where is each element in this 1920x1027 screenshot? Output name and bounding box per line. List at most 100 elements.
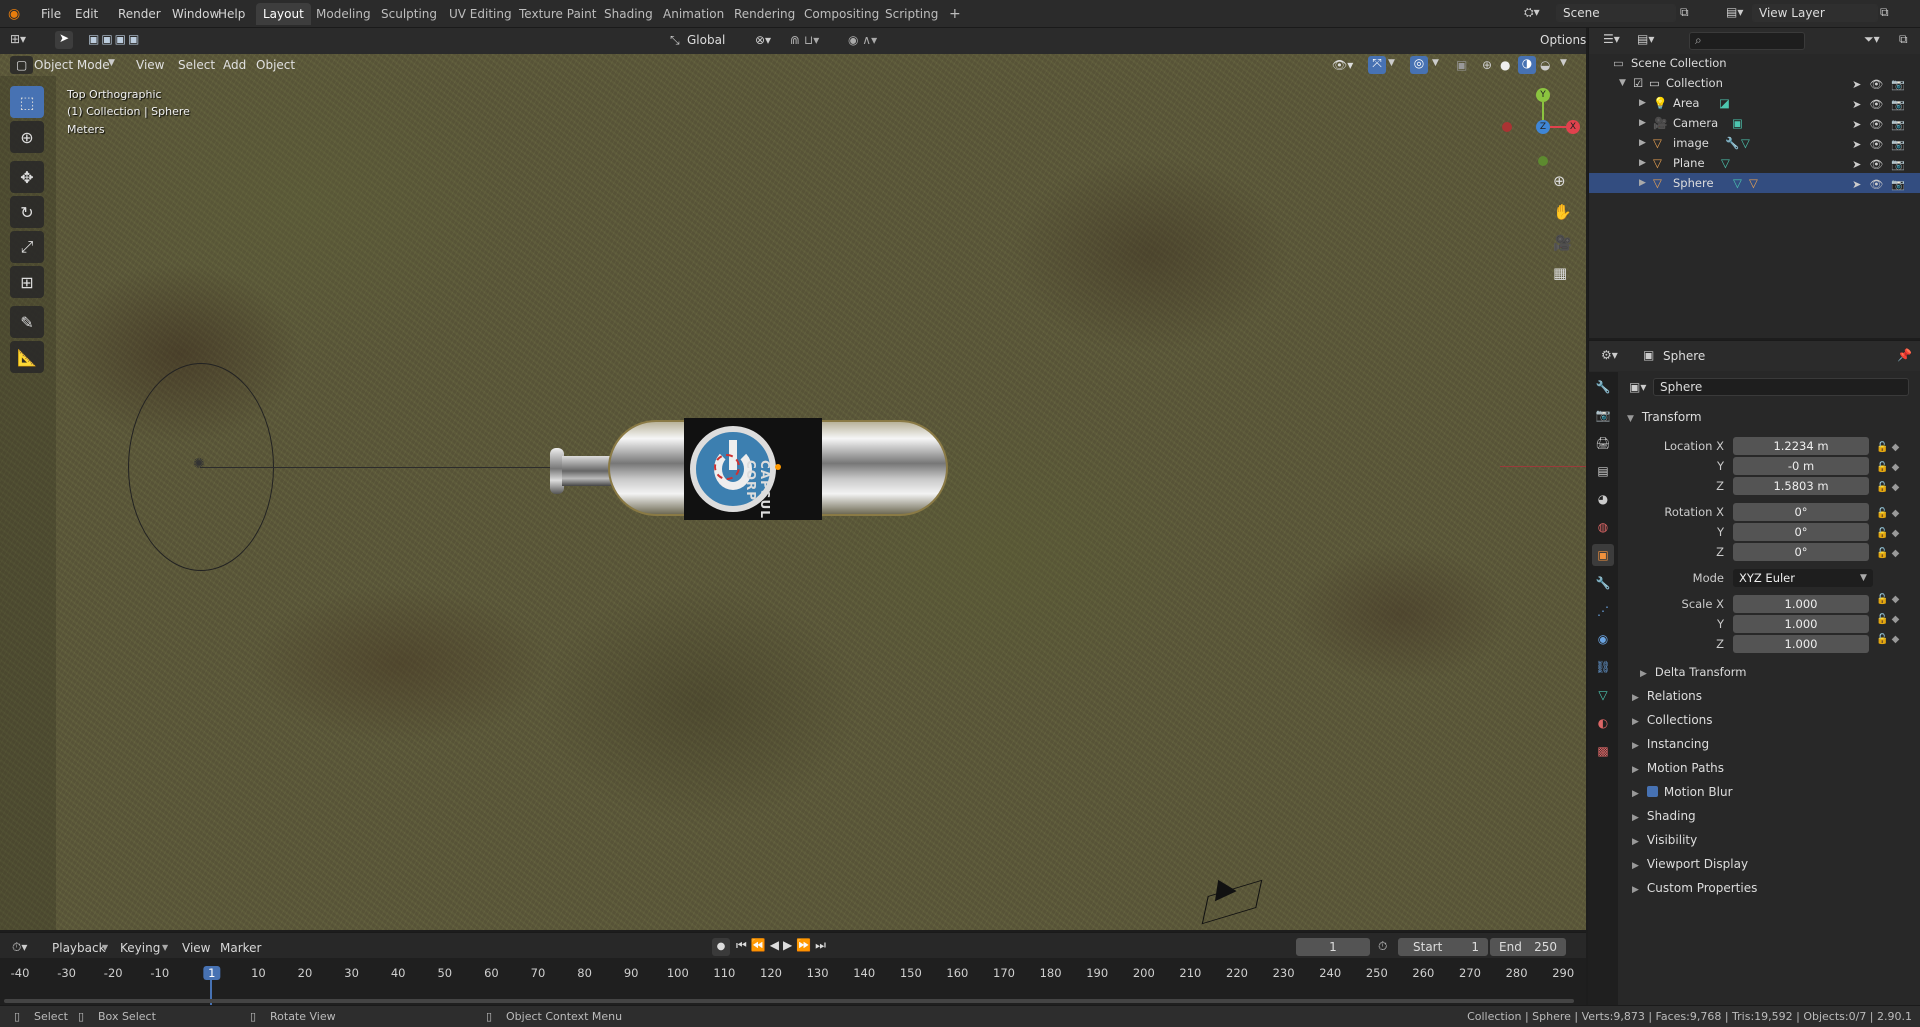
- restrict-icons[interactable]: ➤👁📷: [1852, 155, 1913, 175]
- material-tab-icon[interactable]: ◐: [1592, 712, 1614, 734]
- location-y-field[interactable]: -0 m: [1733, 457, 1869, 475]
- view-layer-tab-icon[interactable]: ▤: [1592, 460, 1614, 482]
- view-layer-selector[interactable]: View Layer: [1752, 4, 1878, 22]
- render-tab-icon[interactable]: 📷: [1592, 404, 1614, 426]
- panel-shading[interactable]: ▶ Shading: [1632, 809, 1696, 823]
- restrict-icons[interactable]: ➤👁📷: [1852, 95, 1913, 115]
- expand-arrow-icon[interactable]: ▶: [1639, 113, 1646, 133]
- rotation-z-field[interactable]: 0°: [1733, 543, 1869, 561]
- scale-y-field[interactable]: 1.000: [1733, 615, 1869, 633]
- visibility-toggle-icon[interactable]: 👁▾: [1332, 58, 1353, 72]
- outliner-item-area[interactable]: ▶ 💡 Area ◪ ➤👁📷: [1589, 93, 1920, 113]
- menu-select[interactable]: Select: [172, 56, 221, 74]
- output-tab-icon[interactable]: 🖨: [1592, 432, 1614, 454]
- pin-icon[interactable]: 📌: [1897, 348, 1912, 362]
- lock-icon[interactable]: 🔓 ◆: [1876, 590, 1899, 610]
- restrict-icons[interactable]: ➤👁📷: [1852, 175, 1913, 195]
- display-mode-icon[interactable]: ▤▾: [1637, 32, 1654, 46]
- menu-edit[interactable]: Edit: [70, 5, 103, 23]
- object-type-icon[interactable]: ▣▾: [1629, 380, 1646, 394]
- tab-rendering[interactable]: Rendering: [727, 3, 802, 25]
- rotate-tool-icon[interactable]: ↻: [10, 196, 44, 228]
- timeline-scrollbar[interactable]: [4, 999, 1574, 1003]
- ortho-grid-icon[interactable]: ▦: [1553, 264, 1567, 282]
- camera-gizmo[interactable]: [1200, 874, 1280, 929]
- location-x-field[interactable]: 1.2234 m: [1733, 437, 1869, 455]
- cursor-tool-icon[interactable]: ⊕: [10, 121, 44, 153]
- tab-scripting[interactable]: Scripting: [878, 3, 945, 25]
- properties-editor-icon[interactable]: ⚙▾: [1601, 348, 1618, 362]
- annotate-tool-icon[interactable]: ✎: [10, 306, 44, 338]
- tab-sculpting[interactable]: Sculpting: [374, 3, 444, 25]
- scene-tab-icon[interactable]: ◕: [1592, 488, 1614, 510]
- zoom-icon[interactable]: ⊕: [1553, 172, 1566, 190]
- move-tool-icon[interactable]: ✥: [10, 161, 44, 193]
- snap-icon[interactable]: ⋒ ⊔▾: [790, 33, 819, 47]
- outliner-search-input[interactable]: [1689, 32, 1805, 50]
- lock-icon[interactable]: 🔓 ◆: [1876, 630, 1899, 650]
- restrict-icons[interactable]: ➤👁📷: [1852, 115, 1913, 135]
- tab-texture-paint[interactable]: Texture Paint: [512, 3, 603, 25]
- outliner-item-sphere[interactable]: ▶ ▽ Sphere ▽ ▽ ➤👁📷: [1589, 173, 1920, 193]
- options-dropdown[interactable]: Options: [1540, 33, 1586, 47]
- proportional-edit-icon[interactable]: ◉ ∧▾: [848, 33, 877, 47]
- expand-arrow-icon[interactable]: ▶: [1639, 153, 1646, 173]
- shading-material-icon[interactable]: ◑: [1518, 56, 1536, 74]
- restrict-icons[interactable]: ➤👁📷: [1852, 75, 1913, 95]
- select-box-tool-icon[interactable]: ⬚: [10, 86, 44, 118]
- pivot-icon[interactable]: ⊗▾: [755, 33, 771, 47]
- 3d-cursor-icon[interactable]: [714, 454, 740, 480]
- panel-relations[interactable]: ▶ Relations: [1632, 689, 1702, 703]
- tool-tab-icon[interactable]: 🔧: [1592, 376, 1614, 398]
- selection-mode-icons[interactable]: ▣▣▣▣: [88, 32, 141, 46]
- current-frame-field[interactable]: 1: [1296, 938, 1370, 956]
- menu-view[interactable]: View: [130, 56, 170, 74]
- modifier-tab-icon[interactable]: 🔧: [1592, 572, 1614, 594]
- particles-tab-icon[interactable]: ⋰: [1592, 600, 1614, 622]
- motion-blur-checkbox[interactable]: [1646, 786, 1658, 797]
- blender-logo-icon[interactable]: ◉: [8, 6, 24, 22]
- menu-marker[interactable]: Marker: [220, 941, 261, 955]
- add-workspace-button[interactable]: +: [942, 3, 968, 25]
- constraints-tab-icon[interactable]: ⛓: [1592, 656, 1614, 678]
- gizmo-dropdown-icon[interactable]: ▼: [1388, 58, 1395, 68]
- panel-motion-blur[interactable]: ▶ Motion Blur: [1632, 785, 1733, 799]
- menu-add[interactable]: Add: [217, 56, 252, 74]
- shading-wireframe-icon[interactable]: ⊕: [1482, 58, 1492, 72]
- camera-view-icon[interactable]: 🎥: [1553, 234, 1572, 252]
- editor-type-icon[interactable]: ⊞▾: [10, 32, 26, 46]
- lock-icon[interactable]: 🔓 ◆: [1876, 524, 1899, 544]
- playback-controls-icons[interactable]: ⏮⏪◀▶⏩⏭: [736, 938, 830, 953]
- pan-hand-icon[interactable]: ✋: [1553, 203, 1572, 221]
- transform-orientation-dropdown[interactable]: Global: [687, 33, 725, 47]
- menu-file[interactable]: File: [36, 5, 66, 23]
- shading-rendered-icon[interactable]: ◒: [1540, 58, 1550, 72]
- lock-icon[interactable]: 🔓 ◆: [1876, 438, 1899, 458]
- panel-visibility[interactable]: ▶ Visibility: [1632, 833, 1697, 847]
- tab-compositing[interactable]: Compositing: [797, 3, 886, 25]
- delta-transform-subpanel[interactable]: ▶ Delta Transform: [1640, 665, 1746, 679]
- gizmo-y-axis-icon[interactable]: Y: [1536, 88, 1550, 102]
- lock-icon[interactable]: 🔓 ◆: [1876, 504, 1899, 524]
- panel-custom-properties[interactable]: ▶ Custom Properties: [1632, 881, 1757, 895]
- scale-x-field[interactable]: 1.000: [1733, 595, 1869, 613]
- outliner-item-image[interactable]: ▶ ▽ image 🔧 ▽ ➤👁📷: [1589, 133, 1920, 153]
- gizmo-neg-x-icon[interactable]: [1502, 122, 1512, 132]
- expand-arrow-icon[interactable]: ▶: [1639, 133, 1646, 153]
- panel-instancing[interactable]: ▶ Instancing: [1632, 737, 1709, 751]
- tab-shading[interactable]: Shading: [597, 3, 660, 25]
- start-frame-field[interactable]: Start 1: [1398, 938, 1488, 956]
- outliner-editor-icon[interactable]: ☰▾: [1603, 32, 1620, 46]
- scale-z-field[interactable]: 1.000: [1733, 635, 1869, 653]
- lock-icon[interactable]: 🔓 ◆: [1876, 458, 1899, 478]
- transform-tool-icon[interactable]: ⊞: [10, 266, 44, 298]
- checkbox-icon[interactable]: ☑: [1633, 73, 1643, 93]
- scene-icon[interactable]: ⛭▾: [1524, 5, 1540, 20]
- xray-toggle-icon[interactable]: ▣: [1456, 58, 1467, 72]
- menu-playback[interactable]: Playback: [52, 941, 106, 955]
- menu-help[interactable]: Help: [213, 5, 250, 23]
- physics-tab-icon[interactable]: ◉: [1592, 628, 1614, 650]
- menu-timeline-view[interactable]: View: [182, 941, 210, 955]
- transform-panel-header[interactable]: ▼ Transform: [1627, 410, 1702, 424]
- scene-selector[interactable]: Scene: [1556, 4, 1676, 22]
